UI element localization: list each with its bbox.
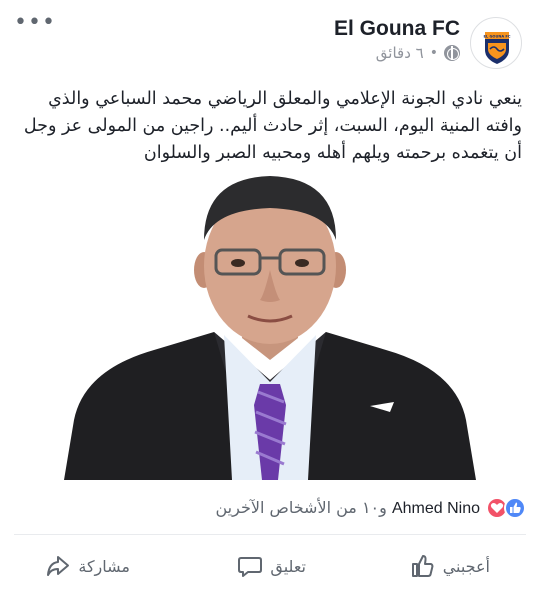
divider [14,534,526,535]
comment-bubble-icon [238,557,263,577]
more-options-icon[interactable]: ••• [14,12,56,34]
post-photo[interactable] [64,170,476,480]
post-time[interactable]: ٦ دقائق [376,44,424,62]
comment-label[interactable]: تعليق [270,557,306,576]
share-label[interactable]: مشاركة [78,557,130,576]
reactor-name[interactable]: Ahmed Nino [392,500,480,517]
like-button[interactable]: أعجبني [409,552,490,580]
post-meta: ٦ دقائق • [376,44,460,62]
post-header: ••• El Gouna FC ٦ دقائق • EL GOUNA FC [0,0,540,78]
like-reaction-icon [504,497,526,519]
page-name[interactable]: El Gouna FC [334,17,460,41]
comment-button[interactable]: تعليق [236,552,306,580]
page-avatar[interactable]: EL GOUNA FC [470,17,522,69]
reactions-summary[interactable]: Ahmed Nino و١٠ من الأشخاص الآخرين [215,498,480,518]
club-logo-icon: EL GOUNA FC [483,32,511,64]
thumbs-up-icon [411,555,434,577]
reaction-icons [484,497,526,519]
post-text: ينعي نادي الجونة الإعلامي والمعلق الرياض… [23,89,522,163]
like-label[interactable]: أعجبني [443,557,490,576]
meta-separator: • [429,45,438,61]
share-arrow-icon [47,556,70,576]
reactions-bar[interactable]: Ahmed Nino و١٠ من الأشخاص الآخرين [0,493,540,523]
share-button[interactable]: مشاركة [44,552,130,580]
reactors-others[interactable]: و١٠ من الأشخاص الآخرين [215,498,386,517]
man-portrait-image [64,170,476,480]
globe-icon [444,45,460,61]
logo-text: EL GOUNA FC [483,35,510,39]
post-actions: أعجبني تعليق مشاركة [0,544,540,588]
